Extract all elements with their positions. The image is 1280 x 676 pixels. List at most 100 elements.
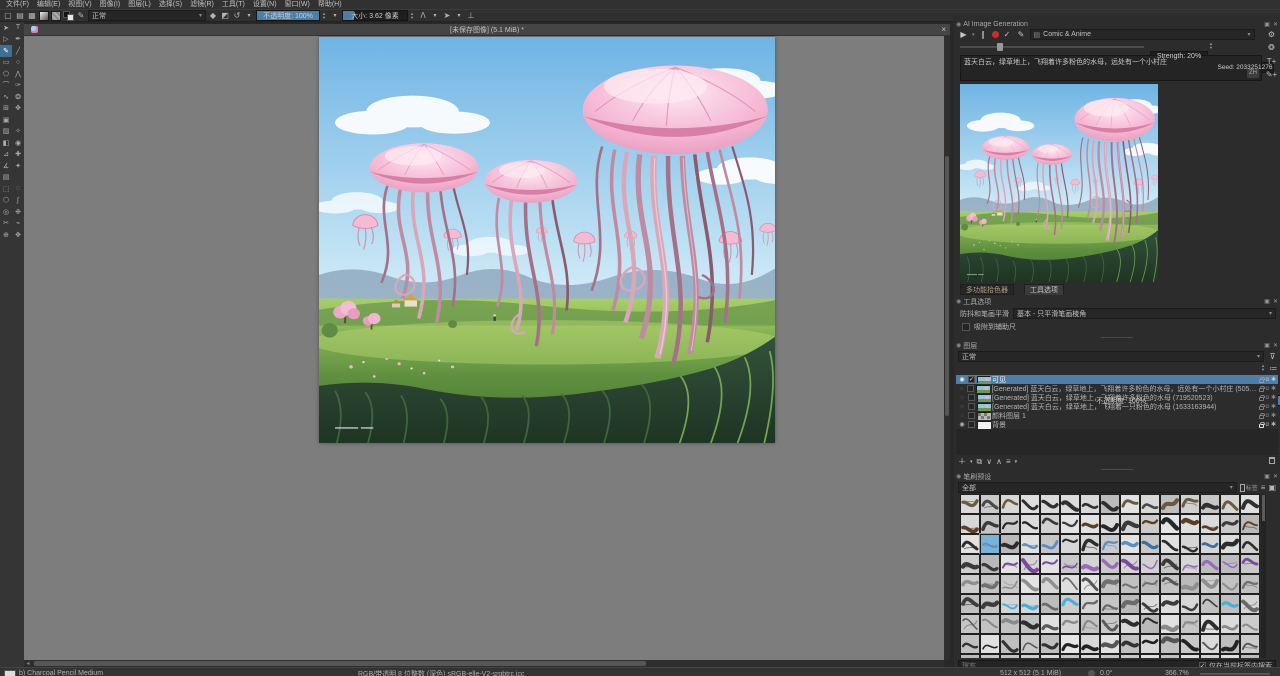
alpha-lock-icon[interactable]: α [1266, 422, 1269, 428]
layer-lock-icon[interactable] [1259, 406, 1264, 410]
calligraphy-tool-icon[interactable]: ✒ [12, 34, 24, 46]
brush-preset[interactable] [1020, 614, 1040, 634]
float-panel-icon[interactable]: ▣ [1264, 342, 1270, 349]
measure-tool-icon[interactable]: ∡ [0, 160, 12, 172]
menu-item[interactable]: 编辑(E) [33, 0, 64, 9]
brush-preset[interactable] [1240, 634, 1260, 654]
brush-preset[interactable] [1060, 654, 1080, 658]
brush-preset[interactable] [960, 534, 980, 554]
menu-item[interactable]: 文件(F) [2, 0, 33, 9]
mirror-icon[interactable]: Λ [418, 11, 428, 21]
brush-preset[interactable] [1060, 614, 1080, 634]
zoom-tool-icon[interactable]: ⊕ [0, 229, 12, 241]
freehand-select-tool-icon[interactable]: ∫ [12, 195, 24, 207]
record-icon[interactable] [992, 31, 999, 38]
layer-property-icons[interactable]: α✱ [1259, 385, 1277, 392]
brush-preset[interactable] [1200, 594, 1220, 614]
brush-preset[interactable] [1140, 574, 1160, 594]
layer-checkbox[interactable] [967, 385, 974, 392]
brush-preset[interactable] [1120, 534, 1140, 554]
layer-properties-icon[interactable]: ✱ [1271, 394, 1276, 401]
snap-checkbox[interactable] [962, 323, 970, 331]
brush-preset[interactable] [1040, 654, 1060, 658]
brush-preset[interactable] [1120, 554, 1140, 574]
blend-mode-dropdown[interactable]: 正常 ▾ [88, 10, 206, 21]
add-layer-icon[interactable]: ＋ [958, 456, 966, 467]
status-brush-name[interactable]: b) Charcoal Pencil Medium [19, 670, 103, 676]
styles-icon[interactable]: ❂ [1265, 42, 1278, 53]
enclose-fill-tool-icon[interactable]: ◉ [12, 137, 24, 149]
close-panel-icon[interactable]: ✕ [1273, 298, 1278, 305]
brush-preset[interactable] [1020, 554, 1040, 574]
crop-tool-icon[interactable]: ▣ [0, 114, 12, 126]
float-panel-icon[interactable]: ▣ [1264, 298, 1270, 305]
layer-property-icons[interactable]: α✱ [1259, 421, 1277, 428]
layer-checkbox[interactable]: ✓ [968, 376, 975, 383]
chevron-down-icon[interactable]: ▾ [244, 11, 254, 21]
brush-preset[interactable] [1000, 514, 1020, 534]
brush-preset[interactable] [1120, 654, 1140, 658]
layer-property-icons[interactable]: α✱ [1259, 403, 1277, 410]
layer-visibility-icon[interactable]: ○ [958, 413, 966, 419]
brush-preset[interactable] [1140, 614, 1160, 634]
brush-preset[interactable] [1160, 554, 1180, 574]
hscroll-thumb[interactable] [34, 661, 646, 666]
status-rotation[interactable]: 0.0° [1100, 670, 1113, 676]
layer-options-icon[interactable]: ≔ [1267, 363, 1280, 374]
brush-preset[interactable] [1240, 534, 1260, 554]
brush-preset[interactable] [1180, 594, 1200, 614]
brush-preset[interactable] [980, 514, 1000, 534]
chevron-down-icon[interactable]: ▾ [454, 11, 464, 21]
opacity-stepper[interactable]: ▲▼ [322, 12, 328, 20]
brush-preset[interactable] [1160, 534, 1180, 554]
brush-preview-chip[interactable] [4, 670, 16, 676]
brush-preset[interactable] [1100, 574, 1120, 594]
transform-tool-icon[interactable]: ⊞ [0, 103, 12, 115]
freehand-brush-tool-icon[interactable]: ✎ [0, 45, 12, 57]
strength-slider[interactable] [960, 42, 1144, 52]
alpha-lock-icon[interactable]: α [1266, 404, 1269, 410]
brush-preset[interactable] [1180, 494, 1200, 514]
brush-preset[interactable] [1040, 534, 1060, 554]
layer-visibility-icon[interactable]: ○ [958, 386, 965, 392]
move-select-tool-icon[interactable]: ➤ [0, 22, 12, 34]
brush-preset[interactable] [1200, 554, 1220, 574]
brush-preset[interactable] [960, 554, 980, 574]
magnetic-select-tool-icon[interactable]: ⌁ [12, 218, 24, 230]
chevron-down-icon[interactable]: ▾ [430, 11, 440, 21]
layer-lock-icon[interactable] [1259, 424, 1264, 428]
canvas-background[interactable] [24, 36, 944, 660]
brush-preset[interactable] [1000, 634, 1020, 654]
brush-preset[interactable] [960, 654, 980, 658]
brush-preset[interactable] [1200, 654, 1220, 658]
brush-preset[interactable] [1200, 614, 1220, 634]
save-icon[interactable]: ▦ [27, 11, 37, 21]
brush-preset[interactable] [1140, 494, 1160, 514]
brush-preset[interactable] [1180, 534, 1200, 554]
opacity-spinbox[interactable]: 不透明度: 100% [256, 10, 320, 21]
live-paint-icon[interactable]: ✎ [1016, 30, 1027, 40]
bezier-curve-tool-icon[interactable]: ⌒ [0, 80, 12, 92]
brush-preset[interactable] [980, 594, 1000, 614]
brush-preset[interactable] [1220, 594, 1240, 614]
menu-item[interactable]: 视图(V) [64, 0, 95, 9]
brush-preset[interactable] [1080, 654, 1100, 658]
brush-preset[interactable] [1180, 634, 1200, 654]
size-spinbox[interactable]: 大小: 3.62 像素 [342, 10, 408, 21]
layer-row[interactable]: ○[Generated] 蓝天白云，绿草地上，飞翔着许多粉色的水母，远处有一个小… [956, 384, 1278, 393]
brush-preset[interactable] [1180, 614, 1200, 634]
brush-preset[interactable] [1120, 494, 1140, 514]
chevron-down-icon[interactable]: ▾ [330, 11, 340, 21]
brush-preset[interactable] [1080, 494, 1100, 514]
brush-tag-dropdown[interactable]: 全部 ▾ [958, 482, 1237, 493]
panel-splitter[interactable] [1101, 469, 1134, 470]
brush-preset[interactable] [980, 634, 1000, 654]
brush-preset[interactable] [1220, 574, 1240, 594]
brush-preset[interactable] [980, 534, 1000, 554]
brush-preset[interactable] [1160, 594, 1180, 614]
open-document-icon[interactable]: ▤ [15, 11, 25, 21]
layer-row[interactable]: ○颜料图层 1α✱ [956, 411, 1278, 420]
size-stepper[interactable]: ▲▼ [410, 12, 416, 20]
add-layer-caret-icon[interactable]: ▾ [970, 459, 973, 465]
canvas-vscrollbar[interactable] [944, 36, 950, 660]
